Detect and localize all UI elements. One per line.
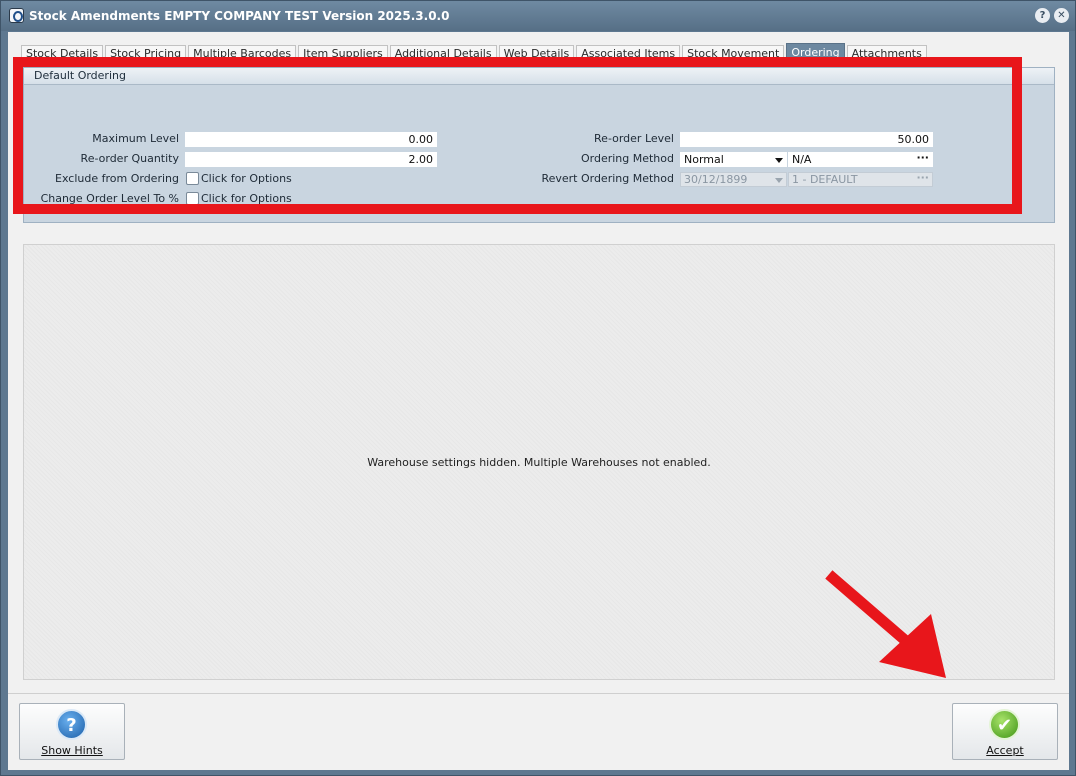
ellipsis-icon[interactable]: ··· [916, 153, 929, 164]
tab-item-suppliers[interactable]: Item Suppliers [298, 45, 388, 62]
show-hints-label: Show Hints [41, 744, 103, 757]
maximum-level-input[interactable]: 0.00 [185, 132, 437, 147]
check-icon: ✔ [989, 709, 1020, 740]
question-icon: ? [56, 709, 87, 740]
tab-stock-details[interactable]: Stock Details [21, 45, 104, 62]
group-header: Default Ordering [24, 68, 1054, 85]
ordering-method-extra: N/A [792, 153, 812, 166]
tab-stock-pricing[interactable]: Stock Pricing [105, 45, 187, 62]
tab-web-details[interactable]: Web Details [498, 45, 575, 62]
warehouse-message: Warehouse settings hidden. Multiple Ware… [367, 456, 711, 469]
chevron-down-icon [775, 178, 783, 183]
close-icon[interactable]: ✕ [1054, 8, 1069, 23]
ordering-method-label: Ordering Method [580, 152, 674, 165]
exclude-from-ordering-option[interactable]: Click for Options [186, 171, 292, 187]
reorder-level-label: Re-order Level [594, 132, 674, 145]
chevron-down-icon [775, 158, 783, 163]
revert-date-select: 30/12/1899 [680, 172, 787, 187]
reorder-level-input[interactable]: 50.00 [680, 132, 933, 147]
window-title: Stock Amendments EMPTY COMPANY TEST Vers… [29, 9, 450, 23]
tab-ordering[interactable]: Ordering [786, 43, 845, 62]
title-bar: Stock Amendments EMPTY COMPANY TEST Vers… [1, 1, 1075, 31]
revert-method-lookup: 1 - DEFAULT ··· [788, 172, 933, 187]
change-order-level-option[interactable]: Click for Options [186, 191, 292, 207]
dialog-body: Stock Details Stock Pricing Multiple Barco… [8, 32, 1069, 770]
accept-label: Accept [986, 744, 1024, 757]
change-order-level-label: Change Order Level To % [40, 192, 179, 205]
change-order-level-checkbox[interactable] [186, 191, 199, 205]
revert-method-value: 1 - DEFAULT [792, 173, 858, 186]
warehouse-settings-area: Warehouse settings hidden. Multiple Ware… [23, 244, 1055, 680]
maximum-level-label: Maximum Level [92, 132, 179, 145]
divider [8, 693, 1069, 694]
tab-stock-movement[interactable]: Stock Movement [682, 45, 785, 62]
help-icon[interactable]: ? [1035, 8, 1050, 23]
tab-multiple-barcodes[interactable]: Multiple Barcodes [188, 45, 297, 62]
app-logo-icon [9, 8, 24, 23]
tab-strip: Stock Details Stock Pricing Multiple Barco… [21, 43, 929, 62]
exclude-from-ordering-checkbox[interactable] [186, 171, 199, 185]
revert-ordering-method-label: Revert Ordering Method [541, 172, 674, 185]
ordering-method-lookup[interactable]: N/A ··· [788, 152, 933, 167]
exclude-from-ordering-option-label: Click for Options [201, 171, 292, 185]
tab-associated-items[interactable]: Associated Items [576, 45, 681, 62]
tab-additional-details[interactable]: Additional Details [389, 45, 497, 62]
change-order-level-option-label: Click for Options [201, 191, 292, 205]
reorder-quantity-label: Re-order Quantity [80, 152, 179, 165]
app-window: Stock Amendments EMPTY COMPANY TEST Vers… [0, 0, 1076, 776]
ordering-method-value: Normal [684, 153, 724, 166]
show-hints-button[interactable]: ? Show Hints [19, 703, 125, 760]
reorder-quantity-input[interactable]: 2.00 [185, 152, 437, 167]
ordering-method-select[interactable]: Normal [680, 152, 787, 167]
accept-button[interactable]: ✔ Accept [952, 703, 1058, 760]
ellipsis-icon: ··· [916, 172, 929, 184]
tab-attachments[interactable]: Attachments [846, 45, 927, 62]
revert-date-value: 30/12/1899 [684, 173, 748, 186]
exclude-from-ordering-label: Exclude from Ordering [55, 172, 179, 185]
default-ordering-group: Default Ordering Maximum Level 0.00 Re-o… [23, 67, 1055, 223]
